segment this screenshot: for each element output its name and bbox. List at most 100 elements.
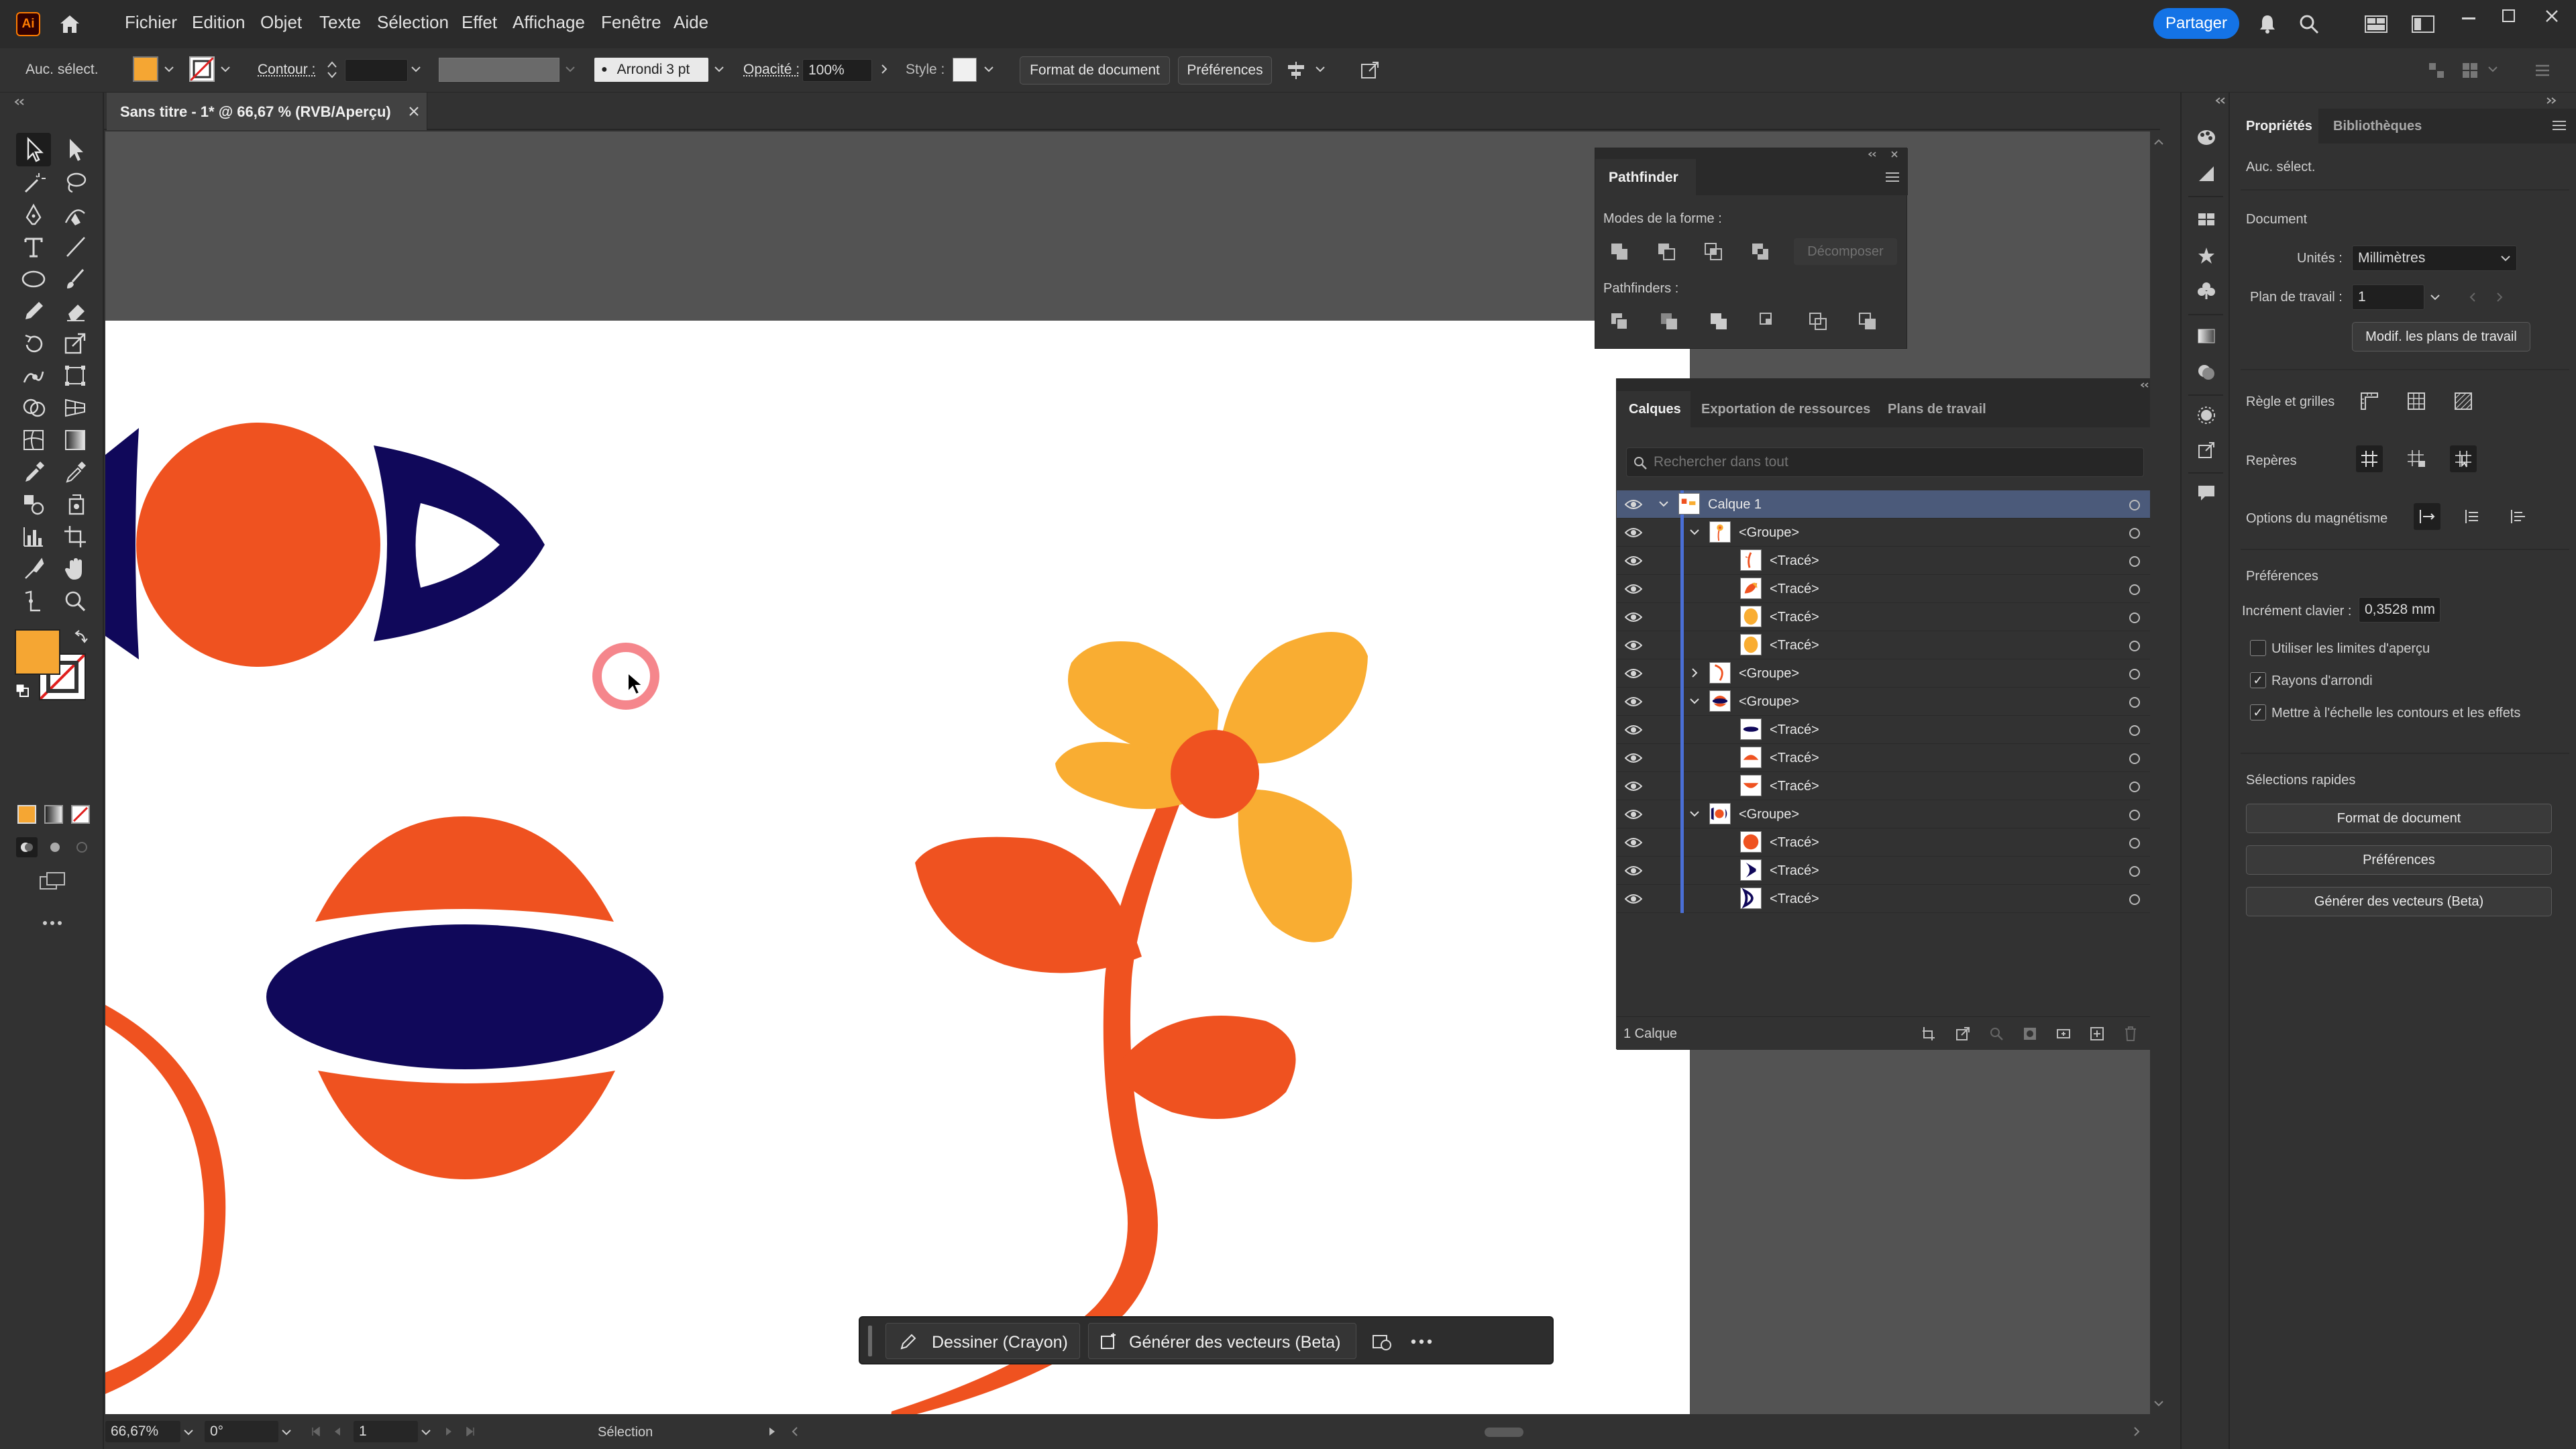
quick-document-format-button[interactable]: Format de document bbox=[2246, 804, 2552, 833]
menu-effet[interactable]: Effet bbox=[462, 12, 497, 33]
artboard[interactable] bbox=[105, 321, 1690, 1414]
slice-tool-icon[interactable] bbox=[16, 553, 51, 585]
keyboard-increment-input[interactable]: 0,3528 mm bbox=[2359, 597, 2440, 623]
horizontal-scrollbar[interactable] bbox=[787, 1419, 2149, 1444]
lasso-icon[interactable] bbox=[58, 166, 93, 199]
more-options-icon[interactable] bbox=[1406, 1327, 1437, 1356]
flower-graphic-group[interactable] bbox=[890, 632, 1368, 1414]
previous-artboard-icon[interactable] bbox=[329, 1424, 345, 1440]
document-format-button[interactable]: Format de document bbox=[1020, 56, 1170, 85]
variable-width-profile[interactable] bbox=[439, 58, 559, 82]
drag-handle[interactable] bbox=[868, 1326, 872, 1356]
chevron-down-icon[interactable] bbox=[161, 60, 177, 78]
tab-calques[interactable]: Calques bbox=[1617, 391, 1690, 427]
group-row[interactable]: <Groupe> bbox=[1617, 800, 2153, 828]
libraries-icon[interactable] bbox=[2191, 204, 2222, 235]
visibility-eye-icon[interactable] bbox=[1624, 639, 1643, 652]
symbols-icon[interactable] bbox=[2191, 240, 2222, 271]
generate-vectors-button[interactable]: Générer des vecteurs (Beta) bbox=[1088, 1323, 1356, 1359]
menu-edition[interactable]: Edition bbox=[192, 12, 246, 33]
target-circle-icon[interactable] bbox=[2129, 584, 2140, 595]
default-colors-icon[interactable] bbox=[12, 680, 32, 700]
path-row[interactable]: <Tracé> bbox=[1617, 603, 2153, 631]
visibility-eye-icon[interactable] bbox=[1624, 864, 1643, 877]
close-tab-icon[interactable] bbox=[406, 103, 422, 119]
artboard-tool-icon[interactable] bbox=[58, 521, 93, 553]
panel-menu-icon[interactable] bbox=[1882, 168, 1902, 186]
path-row[interactable]: <Tracé> bbox=[1617, 885, 2153, 913]
divide-icon[interactable] bbox=[1605, 308, 1634, 335]
show-guides-icon[interactable] bbox=[2356, 445, 2383, 472]
target-circle-icon[interactable] bbox=[2129, 641, 2140, 651]
chevron-down-icon[interactable] bbox=[1686, 524, 1703, 540]
search-icon[interactable] bbox=[2296, 11, 2322, 38]
recolor-icon[interactable] bbox=[1367, 1327, 1397, 1356]
gradient-tool-icon[interactable] bbox=[58, 424, 93, 456]
group-row[interactable]: <Groupe> bbox=[1617, 688, 2153, 716]
artboard-number-field[interactable]: 1 bbox=[354, 1421, 418, 1442]
visibility-eye-icon[interactable] bbox=[1624, 610, 1643, 624]
visibility-eye-icon[interactable] bbox=[1624, 808, 1643, 821]
lock-guides-icon[interactable] bbox=[2403, 445, 2430, 472]
menu-fenetre[interactable]: Fenêtre bbox=[601, 12, 661, 33]
blend-tool-icon[interactable] bbox=[16, 488, 51, 521]
color-mode-icon[interactable] bbox=[17, 805, 36, 824]
horizontal-scroll-thumb[interactable] bbox=[1485, 1428, 1523, 1437]
more-tools-icon[interactable] bbox=[35, 910, 70, 936]
direct-selection-tool[interactable] bbox=[58, 133, 93, 166]
grid-icon[interactable] bbox=[2457, 58, 2483, 83]
target-circle-icon[interactable] bbox=[2129, 866, 2140, 877]
minus-front-icon[interactable] bbox=[1652, 238, 1681, 265]
units-select[interactable]: Millimètres bbox=[2352, 246, 2517, 271]
exclude-icon[interactable] bbox=[1746, 238, 1775, 265]
menu-objet[interactable]: Objet bbox=[260, 12, 302, 33]
visibility-eye-icon[interactable] bbox=[1624, 723, 1643, 737]
visibility-eye-icon[interactable] bbox=[1624, 554, 1643, 568]
fill-color-swatch-front[interactable] bbox=[15, 629, 60, 675]
isolate-icon[interactable] bbox=[1356, 58, 1383, 83]
target-circle-icon[interactable] bbox=[2129, 810, 2140, 820]
path-row[interactable]: <Tracé> bbox=[1617, 772, 2153, 800]
layers-search-box[interactable] bbox=[1626, 447, 2144, 477]
close-panel-icon[interactable] bbox=[1888, 150, 1901, 159]
locate-object-icon[interactable] bbox=[1986, 1024, 2007, 1044]
previous-artboard-icon[interactable] bbox=[2465, 288, 2481, 306]
path-row[interactable]: <Tracé> bbox=[1617, 744, 2153, 772]
chevron-down-icon[interactable] bbox=[711, 60, 727, 78]
line-tool-icon[interactable] bbox=[58, 231, 93, 263]
arrange-documents-icon[interactable] bbox=[2408, 11, 2438, 38]
shape-builder-tool-icon[interactable] bbox=[16, 392, 51, 424]
orange-circle-shape[interactable] bbox=[136, 423, 380, 667]
scroll-down-icon[interactable] bbox=[2151, 1397, 2166, 1410]
collapse-panel-icon[interactable] bbox=[1864, 150, 1881, 159]
path-row[interactable]: <Tracé> bbox=[1617, 547, 2153, 575]
panel-menu-icon[interactable] bbox=[2549, 117, 2569, 134]
edit-artboards-button[interactable]: Modif. les plans de travail bbox=[2352, 322, 2530, 352]
pen-tool-icon[interactable] bbox=[16, 199, 51, 231]
eraser-tool-icon[interactable] bbox=[58, 295, 93, 327]
chevron-down-icon[interactable] bbox=[1686, 806, 1703, 822]
home-icon[interactable] bbox=[56, 11, 83, 38]
comments-icon[interactable] bbox=[2191, 478, 2222, 508]
left-crescent-shape[interactable] bbox=[105, 428, 139, 659]
panel-drag-bar[interactable] bbox=[1617, 379, 2153, 391]
quick-generate-vectors-button[interactable]: Générer des vecteurs (Beta) bbox=[2246, 887, 2552, 916]
chevron-down-icon[interactable] bbox=[408, 60, 424, 78]
asset-export-icon[interactable] bbox=[2191, 435, 2222, 466]
stroke-label[interactable]: Contour : bbox=[258, 62, 315, 78]
planet-bottom-shape[interactable] bbox=[318, 1071, 615, 1179]
scale-strokes-checkbox[interactable]: ✓ bbox=[2250, 704, 2266, 720]
chevron-right-icon[interactable] bbox=[1686, 665, 1703, 681]
visibility-eye-icon[interactable] bbox=[1624, 667, 1643, 680]
arrange-icon[interactable] bbox=[2423, 58, 2450, 83]
planet-top-shape[interactable] bbox=[315, 816, 614, 922]
tab-artboards[interactable]: Plans de travail bbox=[1888, 402, 1986, 417]
quick-preferences-button[interactable]: Préférences bbox=[2246, 845, 2552, 875]
expand-button[interactable]: Décomposer bbox=[1794, 238, 1897, 265]
intersect-icon[interactable] bbox=[1699, 238, 1728, 265]
minus-back-icon[interactable] bbox=[1853, 308, 1882, 335]
maximize-icon[interactable] bbox=[2496, 3, 2522, 30]
target-circle-icon[interactable] bbox=[2129, 669, 2140, 680]
artwork[interactable] bbox=[105, 321, 1690, 1414]
next-artboard-icon[interactable] bbox=[441, 1424, 457, 1440]
